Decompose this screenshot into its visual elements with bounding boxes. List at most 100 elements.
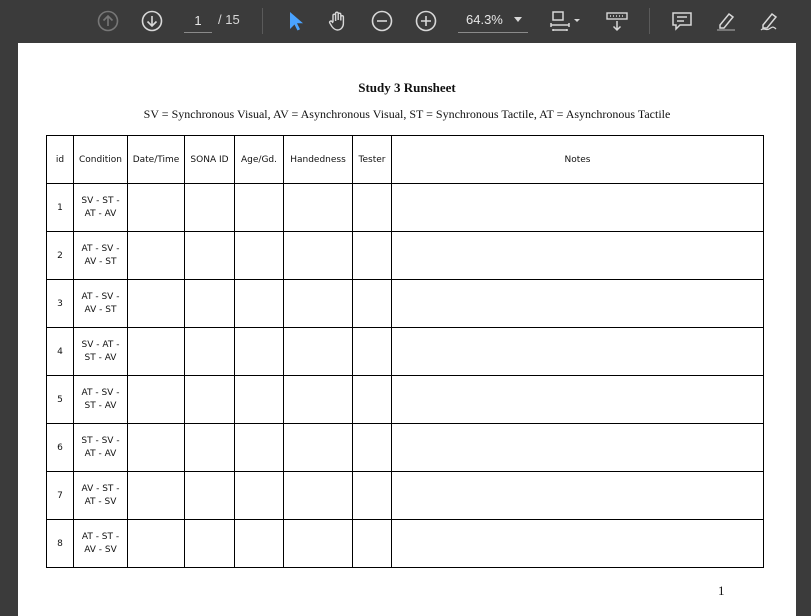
rotate-view-icon[interactable]: [604, 8, 630, 34]
cell-id: 8: [46, 519, 74, 568]
cell-notes: [391, 375, 764, 424]
cell-sona-id: [184, 327, 235, 376]
toolbar-divider: [262, 8, 263, 34]
cell-age-gender: [234, 279, 284, 328]
cell-id: 3: [46, 279, 74, 328]
pdf-toolbar: / 15 64.3%: [0, 0, 811, 43]
vertical-scrollbar[interactable]: [796, 43, 811, 616]
cell-tester: [352, 183, 392, 232]
condition-line-2: AV - ST: [84, 304, 117, 315]
cell-condition: AT - ST - AV - SV: [73, 519, 128, 568]
cell-notes: [391, 183, 764, 232]
cell-notes: [391, 423, 764, 472]
condition-line-1: SV - ST -: [81, 195, 120, 206]
cell-tester: [352, 231, 392, 280]
zoom-out-icon[interactable]: [369, 8, 395, 34]
table-row: 2 AT - SV - AV - ST: [46, 231, 764, 280]
cell-date-time: [127, 423, 185, 472]
condition-line-2: AT - SV: [84, 496, 117, 507]
table-row: 1 SV - ST - AT - AV: [46, 183, 764, 232]
cell-age-gender: [234, 327, 284, 376]
previous-page-icon[interactable]: [95, 8, 121, 34]
header-date-time: Date/Time: [127, 135, 185, 184]
cell-id: 7: [46, 471, 74, 520]
condition-line-1: AT - ST -: [81, 531, 120, 542]
table-row: 5 AT - SV - ST - AV: [46, 375, 764, 424]
cell-date-time: [127, 375, 185, 424]
header-tester: Tester: [352, 135, 392, 184]
cell-id: 4: [46, 327, 74, 376]
comment-icon[interactable]: [669, 8, 695, 34]
cell-id: 1: [46, 183, 74, 232]
cell-condition: SV - AT - ST - AV: [73, 327, 128, 376]
cell-sona-id: [184, 375, 235, 424]
cell-tester: [352, 279, 392, 328]
cell-sona-id: [184, 183, 235, 232]
zoom-level-value: 64.3%: [466, 12, 503, 27]
cell-notes: [391, 327, 764, 376]
cell-handedness: [283, 183, 353, 232]
cell-tester: [352, 375, 392, 424]
select-pointer-icon[interactable]: [281, 8, 307, 34]
table-row: 6 ST - SV - AT - AV: [46, 423, 764, 472]
cell-id: 5: [46, 375, 74, 424]
cell-age-gender: [234, 471, 284, 520]
condition-line-1: AT - SV -: [81, 243, 120, 254]
document-title: Study 3 Runsheet: [358, 80, 456, 95]
cell-date-time: [127, 327, 185, 376]
cell-tester: [352, 327, 392, 376]
cell-condition: AV - ST - AT - SV: [73, 471, 128, 520]
cell-sona-id: [184, 279, 235, 328]
header-condition: Condition: [73, 135, 128, 184]
cell-condition: AT - SV - AV - ST: [73, 279, 128, 328]
header-notes: Notes: [391, 135, 764, 184]
zoom-level-select[interactable]: 64.3%: [458, 8, 528, 33]
zoom-in-icon[interactable]: [413, 8, 439, 34]
cell-handedness: [283, 423, 353, 472]
cell-date-time: [127, 471, 185, 520]
cell-notes: [391, 279, 764, 328]
highlight-icon[interactable]: [713, 8, 739, 34]
cell-sona-id: [184, 231, 235, 280]
cell-notes: [391, 231, 764, 280]
condition-line-2: ST - AV: [84, 400, 117, 411]
chevron-down-icon: [514, 17, 522, 22]
header-age-gender: Age/Gd.: [234, 135, 284, 184]
document-subtitle: SV = Synchronous Visual, AV = Asynchrono…: [143, 107, 671, 121]
cell-handedness: [283, 519, 353, 568]
cell-age-gender: [234, 231, 284, 280]
table-row: 8 AT - ST - AV - SV: [46, 519, 764, 568]
cell-notes: [391, 519, 764, 568]
cell-tester: [352, 423, 392, 472]
cell-age-gender: [234, 183, 284, 232]
cell-age-gender: [234, 423, 284, 472]
cell-handedness: [283, 279, 353, 328]
cell-handedness: [283, 231, 353, 280]
cell-condition: AT - SV - ST - AV: [73, 375, 128, 424]
page-number-input[interactable]: [184, 8, 212, 33]
draw-icon[interactable]: [757, 8, 783, 34]
cell-sona-id: [184, 471, 235, 520]
runsheet-table: id Condition Date/Time SONA ID Age/Gd. H…: [46, 135, 764, 568]
cell-age-gender: [234, 375, 284, 424]
condition-line-2: AT - AV: [84, 448, 117, 459]
condition-line-1: AT - SV -: [81, 387, 120, 398]
table-row: 3 AT - SV - AV - ST: [46, 279, 764, 328]
cell-notes: [391, 471, 764, 520]
condition-line-1: ST - SV -: [81, 435, 120, 446]
header-sona-id: SONA ID: [184, 135, 235, 184]
condition-line-1: SV - AT -: [81, 339, 120, 350]
cell-handedness: [283, 327, 353, 376]
cell-handedness: [283, 375, 353, 424]
condition-line-2: AV - ST: [84, 256, 117, 267]
hand-tool-icon[interactable]: [325, 8, 351, 34]
cell-date-time: [127, 231, 185, 280]
page-total-label: / 15: [218, 12, 240, 27]
cell-age-gender: [234, 519, 284, 568]
toolbar-divider: [649, 8, 650, 34]
cell-date-time: [127, 519, 185, 568]
cell-tester: [352, 519, 392, 568]
next-page-icon[interactable]: [139, 8, 165, 34]
condition-line-1: AT - SV -: [81, 291, 120, 302]
fit-page-icon[interactable]: [548, 8, 584, 34]
